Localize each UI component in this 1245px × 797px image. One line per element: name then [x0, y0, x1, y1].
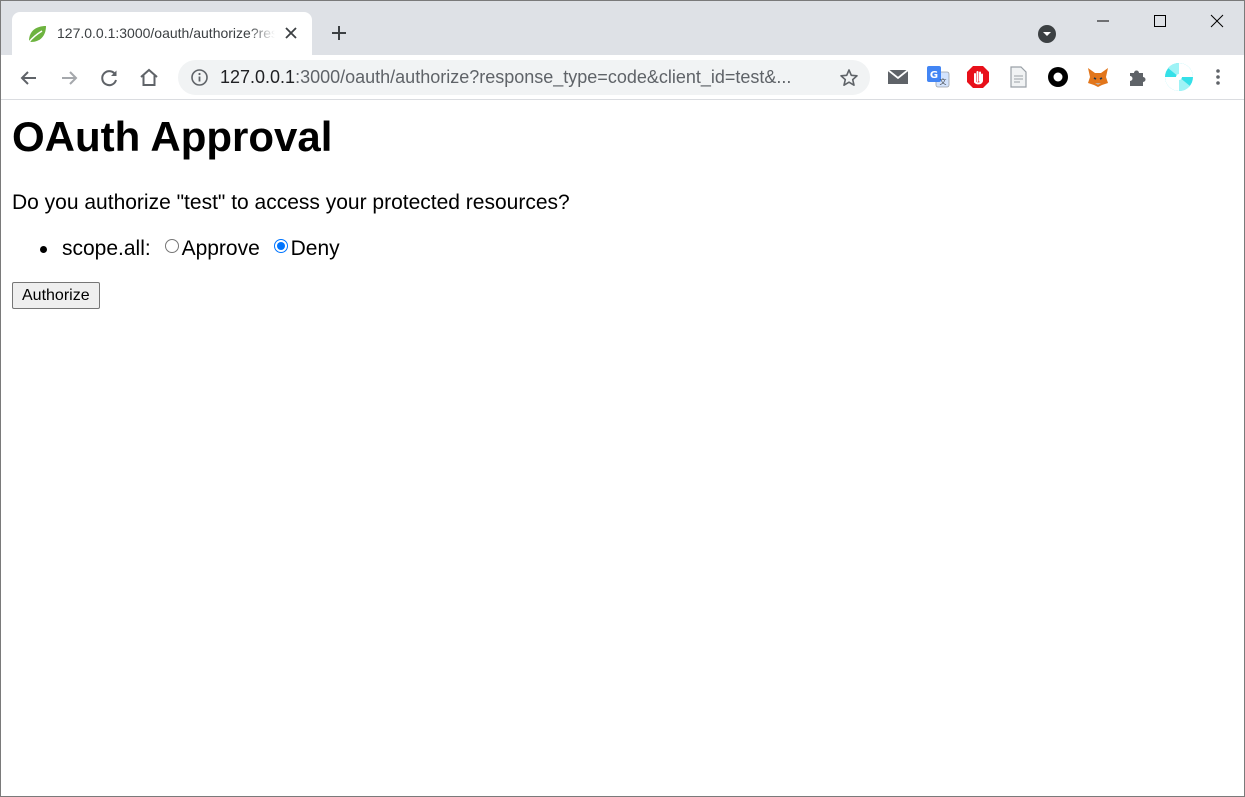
maximize-icon[interactable] — [1132, 1, 1189, 41]
site-info-icon[interactable] — [190, 68, 209, 87]
bullet-icon — [40, 246, 47, 253]
home-icon[interactable] — [136, 65, 162, 91]
window-close-icon[interactable] — [1189, 1, 1244, 41]
svg-text:G: G — [930, 70, 938, 81]
forward-arrow-icon[interactable] — [56, 65, 82, 91]
tab-title: 127.0.0.1:3000/oauth/authorize?response_… — [57, 25, 275, 41]
tab-search-dropdown-icon[interactable] — [1036, 23, 1058, 45]
google-translate-icon[interactable]: G 文 — [925, 64, 951, 90]
list-item: scope.all: Approve Deny — [12, 237, 340, 261]
more-menu-icon[interactable] — [1205, 64, 1231, 90]
svg-text:文: 文 — [940, 77, 947, 86]
browser-window: 127.0.0.1:3000/oauth/authorize?response_… — [0, 0, 1245, 797]
new-tab-plus-icon[interactable] — [327, 21, 351, 45]
close-icon[interactable] — [282, 24, 300, 42]
active-tab[interactable]: 127.0.0.1:3000/oauth/authorize?response_… — [12, 12, 312, 55]
spring-leaf-icon — [26, 23, 48, 45]
swirl-profile-icon[interactable] — [1164, 62, 1194, 92]
page-content: OAuth Approval Do you authorize "test" t… — [1, 101, 1244, 796]
scope-label: scope.all: — [62, 237, 151, 260]
minimize-icon[interactable] — [1075, 1, 1132, 41]
deny-radio[interactable] — [273, 239, 288, 253]
url-text[interactable]: 127.0.0.1:3000/oauth/authorize?response_… — [220, 67, 825, 88]
tab-strip: 127.0.0.1:3000/oauth/authorize?response_… — [1, 1, 1244, 55]
address-bar[interactable]: 127.0.0.1:3000/oauth/authorize?response_… — [178, 60, 870, 95]
puzzle-extensions-icon[interactable] — [1125, 64, 1151, 90]
reload-icon[interactable] — [96, 65, 122, 91]
metamask-fox-icon[interactable] — [1085, 64, 1111, 90]
mail-icon[interactable] — [885, 64, 911, 90]
document-icon[interactable] — [1005, 64, 1031, 90]
approve-label[interactable]: Approve — [182, 237, 260, 260]
authorization-question: Do you authorize "test" to access your p… — [12, 191, 570, 214]
circle-icon[interactable] — [1045, 64, 1071, 90]
scope-list: scope.all: Approve Deny — [12, 237, 340, 261]
bookmark-star-icon[interactable] — [838, 67, 860, 89]
browser-toolbar: 127.0.0.1:3000/oauth/authorize?response_… — [1, 55, 1244, 100]
page-title: OAuth Approval — [12, 113, 333, 160]
back-arrow-icon[interactable] — [16, 65, 42, 91]
url-host: 127.0.0.1 — [220, 67, 296, 87]
approve-radio[interactable] — [164, 239, 179, 253]
authorize-button[interactable]: Authorize — [12, 282, 100, 309]
deny-label[interactable]: Deny — [291, 237, 340, 260]
adblock-icon[interactable] — [965, 64, 991, 90]
url-path: :3000/oauth/authorize?response_type=code… — [295, 67, 792, 87]
